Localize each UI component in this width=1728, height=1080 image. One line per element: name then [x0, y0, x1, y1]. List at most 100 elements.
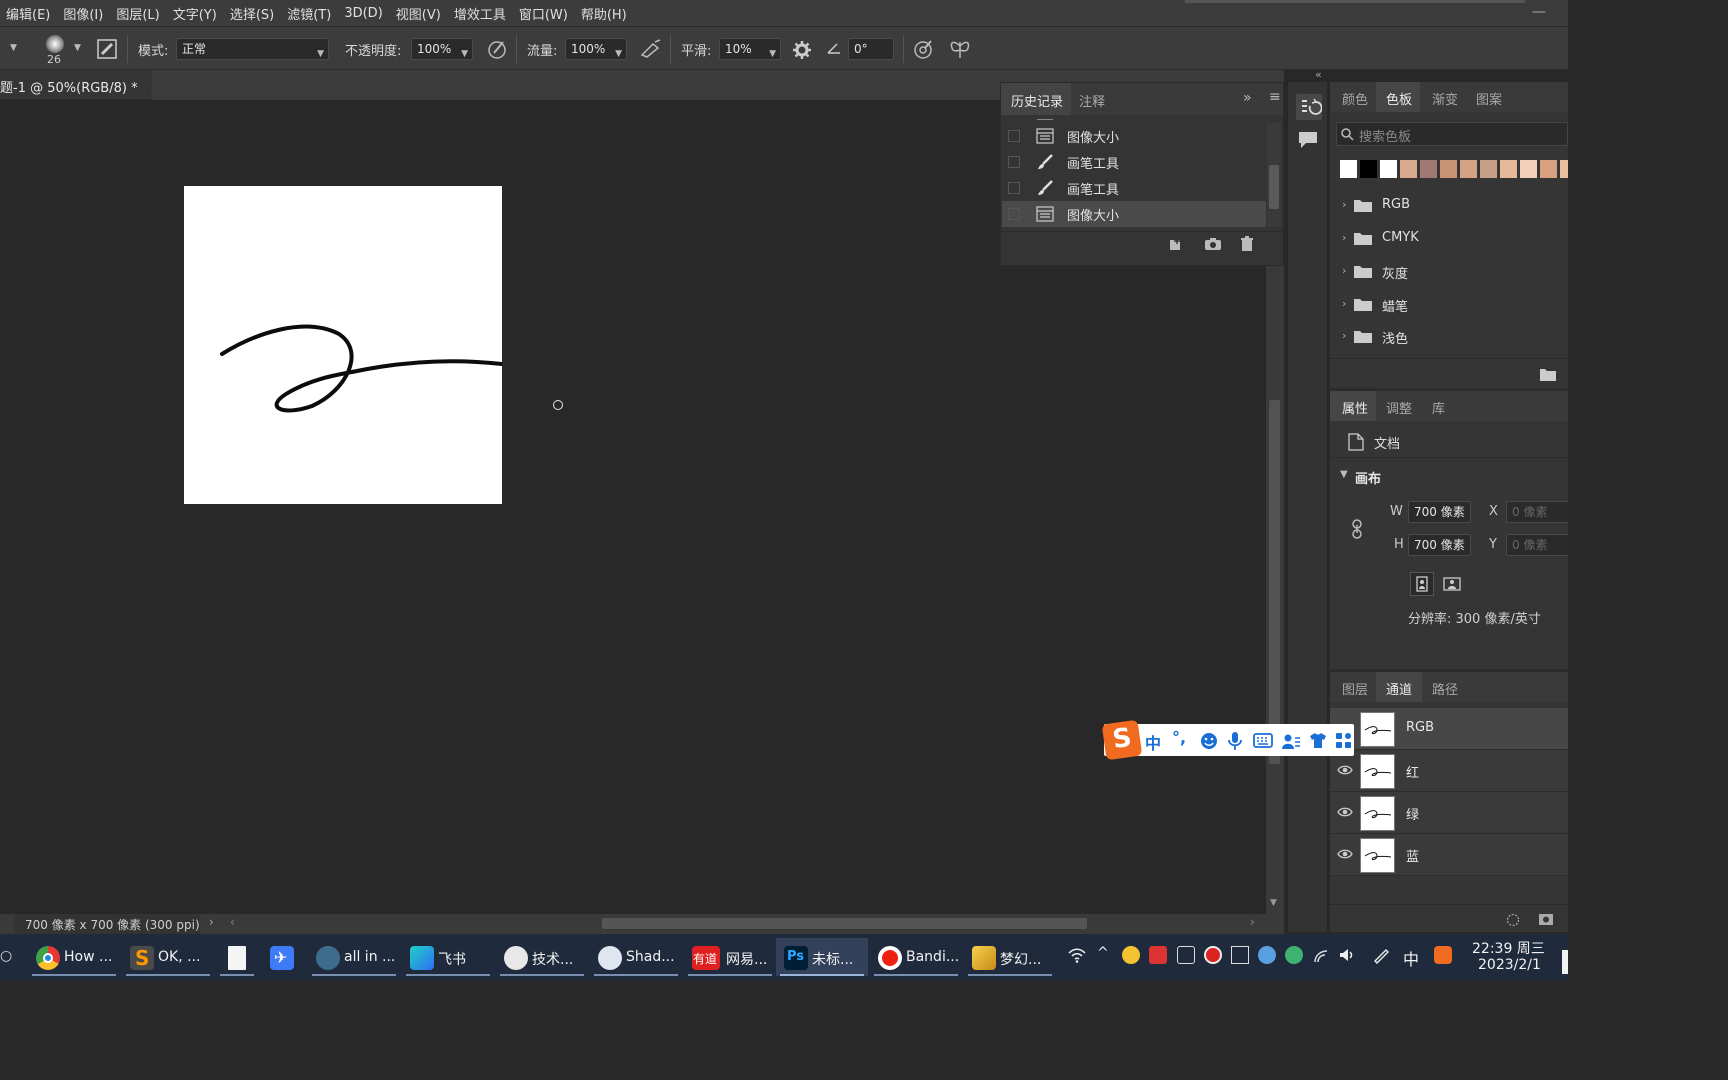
menu-view[interactable]: 视图(V) — [396, 4, 441, 23]
swatch-group-light[interactable]: › 浅色 — [1330, 321, 1568, 353]
clock-date[interactable]: 2023/2/1 — [1478, 957, 1541, 973]
brush-settings-icon[interactable] — [97, 39, 117, 59]
history-dock-button[interactable] — [1296, 94, 1323, 120]
history-checkbox[interactable] — [1008, 208, 1020, 220]
history-checkbox[interactable] — [1008, 182, 1020, 194]
channel-row-rgb[interactable]: RGB — [1330, 708, 1568, 750]
sogou-tray-icon[interactable] — [1434, 946, 1452, 964]
channel-row-blue[interactable]: 蓝 — [1330, 834, 1568, 876]
color-swatch[interactable] — [1520, 160, 1537, 178]
bandicam-tray-icon[interactable] — [1204, 946, 1222, 964]
taskbar-app-shadow[interactable]: Shad... — [590, 938, 682, 976]
visibility-eye-icon[interactable] — [1337, 805, 1353, 819]
tab-swatches[interactable]: 色板 — [1386, 89, 1412, 108]
tab-adjustments[interactable]: 调整 — [1386, 398, 1412, 417]
menu-layer[interactable]: 图层(L) — [116, 4, 159, 23]
pressure-opacity-icon[interactable] — [486, 38, 508, 60]
canvas-width-input[interactable]: 700 像素 — [1408, 501, 1471, 523]
color-swatch[interactable] — [1380, 160, 1397, 178]
landscape-orientation-button[interactable] — [1440, 572, 1464, 596]
tab-libraries[interactable]: 库 — [1432, 398, 1445, 417]
brush-preview-icon[interactable] — [46, 35, 64, 53]
symmetry-butterfly-icon[interactable] — [948, 38, 972, 60]
menu-3d[interactable]: 3D(D) — [344, 6, 382, 21]
visibility-eye-icon[interactable] — [1337, 763, 1353, 777]
pressure-size-icon[interactable] — [912, 38, 934, 60]
taskbar-app-sublime[interactable]: S OK, ... — [122, 938, 214, 976]
expand-panel-icon[interactable]: » — [1243, 90, 1252, 106]
menu-help[interactable]: 帮助(H) — [581, 4, 627, 23]
menu-edit[interactable]: 编辑(E) — [6, 4, 50, 23]
menu-type[interactable]: 文字(Y) — [173, 4, 217, 23]
skin-shirt-icon[interactable] — [1309, 732, 1327, 749]
taskbar-app-photoshop-active[interactable]: Ps 未标... — [776, 938, 868, 976]
ime-punctuation[interactable]: °, — [1172, 728, 1186, 747]
tab-gradients[interactable]: 渐变 — [1432, 89, 1458, 108]
taskbar-app-bandicam[interactable]: Bandi... — [870, 938, 962, 976]
canvas-x-input[interactable]: 0 像素 — [1506, 501, 1568, 523]
tab-color[interactable]: 颜色 — [1342, 89, 1368, 108]
menu-image[interactable]: 图像(I) — [63, 4, 103, 23]
menu-select[interactable]: 选择(S) — [230, 4, 274, 23]
portrait-orientation-button[interactable] — [1410, 572, 1434, 596]
speaker-volume-icon[interactable] — [1338, 946, 1356, 964]
menu-plugins[interactable]: 增效工具 — [454, 4, 506, 23]
new-document-from-state-icon[interactable] — [1168, 237, 1184, 251]
tab-history[interactable]: 历史记录 — [1011, 91, 1063, 110]
taskbar-app-game[interactable]: 梦幻... — [964, 938, 1056, 976]
channel-row-red[interactable]: 红 — [1330, 750, 1568, 792]
canvas-document[interactable] — [184, 186, 504, 504]
emoji-icon[interactable] — [1200, 732, 1218, 750]
swatch-search-input[interactable]: 搜索色板 — [1336, 122, 1568, 146]
device-tray-icon[interactable] — [1177, 946, 1195, 964]
show-desktop-button[interactable] — [1562, 950, 1568, 974]
channel-row-green[interactable]: 绿 — [1330, 792, 1568, 834]
angle-input[interactable]: 0° — [848, 38, 894, 60]
history-row[interactable]: 图像大小 — [1002, 123, 1266, 149]
taskbar-app-youdao[interactable]: 有道 网易... — [684, 938, 776, 976]
taskbar-app-notepad[interactable] — [216, 938, 258, 976]
camera-snapshot-icon[interactable] — [1204, 237, 1222, 251]
color-swatch[interactable] — [1400, 160, 1417, 178]
history-checkbox[interactable] — [1008, 130, 1020, 142]
collapse-dock-icon[interactable]: « — [1315, 68, 1322, 81]
tool-preset-chevron-icon[interactable]: ▼ — [10, 43, 17, 53]
tab-paths[interactable]: 路径 — [1432, 679, 1458, 698]
color-swatch[interactable] — [1480, 160, 1497, 178]
history-checkbox[interactable] — [1008, 156, 1020, 168]
wifi-icon[interactable] — [1068, 946, 1086, 964]
opacity-input[interactable]: 100% ▼ — [411, 38, 473, 60]
input-method-indicator[interactable]: 中 — [1403, 946, 1419, 970]
color-swatch[interactable] — [1360, 160, 1377, 178]
swatch-group-rgb[interactable]: › RGB — [1330, 190, 1568, 222]
microphone-icon[interactable] — [1227, 731, 1243, 751]
color-swatch[interactable] — [1500, 160, 1517, 178]
clock-time[interactable]: 22:39 周三 — [1472, 938, 1545, 958]
airbrush-icon[interactable] — [639, 38, 663, 60]
link-constrain-icon[interactable] — [1350, 519, 1364, 539]
taskbar-app-tech[interactable]: 技术... — [496, 938, 588, 976]
comment-dock-icon[interactable] — [1297, 130, 1319, 150]
tab-layers[interactable]: 图层 — [1342, 679, 1368, 698]
scroll-down-arrow-icon[interactable]: ▼ — [1270, 898, 1277, 908]
canvas-y-input[interactable]: 0 像素 — [1506, 534, 1568, 556]
swatch-group-grayscale[interactable]: › 灰度 — [1330, 256, 1568, 288]
tab-properties[interactable]: 属性 — [1342, 398, 1368, 417]
scroll-left-arrow-icon[interactable]: ‹ — [230, 915, 235, 929]
horizontal-scroll-thumb[interactable] — [602, 918, 1087, 929]
wechat-tray-icon[interactable] — [1285, 946, 1303, 964]
document-tab[interactable]: 题-1 @ 50%(RGB/8) * × — [0, 70, 161, 100]
history-scroll-thumb[interactable] — [1269, 165, 1279, 209]
new-group-folder-icon[interactable] — [1540, 368, 1556, 381]
tab-patterns[interactable]: 图案 — [1476, 89, 1502, 108]
history-scrollbar[interactable] — [1267, 123, 1281, 227]
color-swatch[interactable] — [1440, 160, 1457, 178]
color-swatch[interactable] — [1460, 160, 1477, 178]
swatch-group-pastel[interactable]: › 蜡笔 — [1330, 289, 1568, 321]
smoothing-input[interactable]: 10% ▼ — [719, 38, 781, 60]
keyboard-icon[interactable] — [1253, 733, 1273, 748]
gear-icon[interactable] — [792, 40, 812, 60]
taskbar-app-feishu[interactable]: 飞书 — [402, 938, 494, 976]
qq-tray-icon[interactable] — [1122, 946, 1140, 964]
history-row[interactable]: 画笔工具 — [1002, 175, 1266, 201]
